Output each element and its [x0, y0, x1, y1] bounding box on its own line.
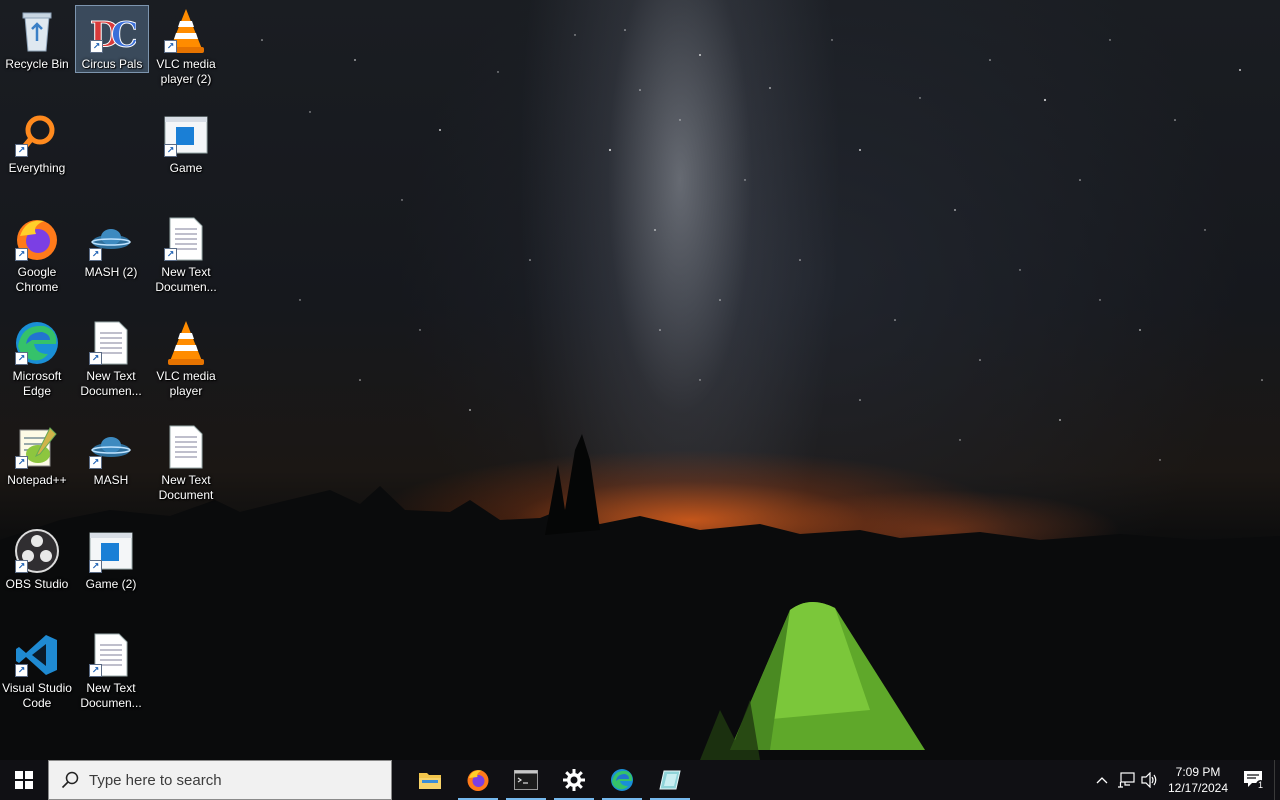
- shortcut-arrow-icon: ↗: [15, 144, 28, 157]
- network-icon[interactable]: [1114, 760, 1138, 800]
- taskbar-terminal[interactable]: [502, 760, 550, 800]
- taskbar-firefox[interactable]: [454, 760, 502, 800]
- shortcut-arrow-icon: ↗: [89, 248, 102, 261]
- clock-date: 12/17/2024: [1167, 781, 1229, 795]
- vlc-icon: [162, 319, 210, 367]
- vlc-icon: ↗: [162, 7, 210, 55]
- windows-logo-icon: [15, 771, 33, 789]
- svg-text:C: C: [111, 15, 136, 55]
- desktop-icon-new-text-document-1[interactable]: ↗ New Text Documen...: [149, 210, 223, 310]
- desktop-icon-google-chrome[interactable]: ↗ Google Chrome: [0, 210, 74, 310]
- recycle-bin-icon: [13, 7, 61, 55]
- desktop-icon-recycle-bin[interactable]: Recycle Bin: [0, 2, 74, 102]
- text-document-icon: ↗: [87, 631, 135, 679]
- notepad-plus-plus-icon: ↗: [13, 423, 61, 471]
- action-center-button[interactable]: 1: [1234, 760, 1274, 800]
- edge-icon: ↗: [13, 319, 61, 367]
- taskbar-file-explorer[interactable]: [406, 760, 454, 800]
- desktop-icon-label: Circus Pals: [81, 57, 143, 71]
- app-icon: [659, 770, 681, 790]
- shortcut-arrow-icon: ↗: [15, 456, 28, 469]
- desktop-icon-label: MASH: [93, 473, 129, 487]
- taskbar-edge[interactable]: [598, 760, 646, 800]
- taskbar-app[interactable]: [646, 760, 694, 800]
- desktop-icon-obs-studio[interactable]: ↗ OBS Studio: [0, 522, 74, 622]
- desktop-icon-microsoft-edge[interactable]: ↗ Microsoft Edge: [0, 314, 74, 414]
- desktop-icon-label: Google Chrome: [15, 265, 59, 294]
- start-button[interactable]: [0, 760, 48, 800]
- desktop-icon-visual-studio-code[interactable]: ↗ Visual Studio Code: [0, 626, 74, 726]
- volume-icon[interactable]: [1138, 760, 1162, 800]
- text-document-icon: [162, 423, 210, 471]
- obs-icon: ↗: [13, 527, 61, 575]
- circus-pals-icon: DC ↗: [88, 10, 136, 55]
- desktop-icon-notepad-plus-plus[interactable]: ↗ Notepad++: [0, 418, 74, 518]
- desktop-icon-label: Recycle Bin: [5, 57, 69, 71]
- desktop-icon-label: VLC media player: [156, 369, 216, 398]
- text-document-icon: ↗: [87, 319, 135, 367]
- game-window-icon: ↗: [87, 527, 135, 575]
- terminal-icon: [514, 770, 538, 790]
- edge-icon: [611, 769, 633, 791]
- shortcut-arrow-icon: ↗: [15, 248, 28, 261]
- desktop-icon-vlc-media-player-2[interactable]: ↗ VLC media player (2): [149, 2, 223, 102]
- desktop-icon-label: MASH (2): [84, 265, 138, 279]
- vscode-icon: ↗: [13, 631, 61, 679]
- desktop-icon-new-text-document-3[interactable]: New Text Document: [149, 418, 223, 518]
- desktop-icon-game-2[interactable]: ↗ Game (2): [74, 522, 148, 622]
- search-icon: [61, 771, 79, 789]
- taskbar: Type here to search 7:09 PM 12/17/2024 1: [0, 760, 1280, 800]
- shortcut-arrow-icon: ↗: [89, 456, 102, 469]
- clock-time: 7:09 PM: [1175, 765, 1221, 779]
- shortcut-arrow-icon: ↗: [164, 40, 177, 53]
- desktop-icon-game[interactable]: ↗ Game: [149, 106, 223, 206]
- taskbar-clock[interactable]: 7:09 PM 12/17/2024: [1162, 760, 1234, 800]
- shortcut-arrow-icon: ↗: [89, 560, 102, 573]
- desktop-icon-everything[interactable]: ↗ Everything: [0, 106, 74, 206]
- desktop-icon-mash-2[interactable]: ↗ MASH (2): [74, 210, 148, 310]
- shortcut-arrow-icon: ↗: [90, 40, 103, 53]
- mash-icon: ↗: [87, 215, 135, 263]
- folder-icon: [419, 773, 441, 789]
- everything-search-icon: ↗: [13, 111, 61, 159]
- desktop-icon-label: Notepad++: [7, 473, 67, 487]
- desktop-icon-label: OBS Studio: [5, 577, 69, 591]
- firefox-icon: [467, 770, 489, 791]
- taskbar-search-box[interactable]: Type here to search: [48, 760, 392, 800]
- shortcut-arrow-icon: ↗: [15, 664, 28, 677]
- gear-icon: [563, 769, 585, 791]
- shortcut-arrow-icon: ↗: [89, 352, 102, 365]
- text-document-icon: ↗: [162, 215, 210, 263]
- shortcut-arrow-icon: ↗: [164, 144, 177, 157]
- mash-icon: ↗: [87, 423, 135, 471]
- shortcut-arrow-icon: ↗: [15, 560, 28, 573]
- desktop-icon-label: New Text Documen...: [80, 369, 142, 398]
- desktop-icon-label: Microsoft Edge: [12, 369, 62, 398]
- notification-count-badge: 1: [1255, 780, 1265, 791]
- firefox-icon: ↗: [13, 215, 61, 263]
- search-placeholder: Type here to search: [89, 771, 222, 789]
- tent-illustration: [700, 601, 925, 760]
- show-hidden-icons-chevron-up-icon[interactable]: [1090, 760, 1114, 800]
- taskbar-settings[interactable]: [550, 760, 598, 800]
- show-desktop-button[interactable]: [1274, 760, 1280, 800]
- desktop-icon-label: Everything: [8, 161, 66, 175]
- desktop-icon-label: Visual Studio Code: [2, 681, 72, 710]
- desktop-icon-label: VLC media player (2): [156, 57, 216, 86]
- desktop-icon-mash[interactable]: ↗ MASH: [74, 418, 148, 518]
- desktop-icon-label: New Text Documen...: [155, 265, 217, 294]
- shortcut-arrow-icon: ↗: [15, 352, 28, 365]
- desktop-icon-label: New Text Document: [158, 473, 214, 502]
- shortcut-arrow-icon: ↗: [89, 664, 102, 677]
- desktop-icon-circus-pals[interactable]: DC ↗ Circus Pals: [75, 5, 149, 73]
- game-window-icon: ↗: [162, 111, 210, 159]
- desktop-icon-new-text-document-2[interactable]: ↗ New Text Documen...: [74, 314, 148, 414]
- desktop-icon-label: New Text Documen...: [80, 681, 142, 710]
- desktop-icon-label: Game (2): [85, 577, 137, 591]
- desktop-icon-vlc-media-player[interactable]: VLC media player: [149, 314, 223, 414]
- desktop-icon-new-text-document-4[interactable]: ↗ New Text Documen...: [74, 626, 148, 726]
- shortcut-arrow-icon: ↗: [164, 248, 177, 261]
- system-tray: 7:09 PM 12/17/2024 1: [1090, 760, 1280, 800]
- desktop-icon-label: Game: [169, 161, 203, 175]
